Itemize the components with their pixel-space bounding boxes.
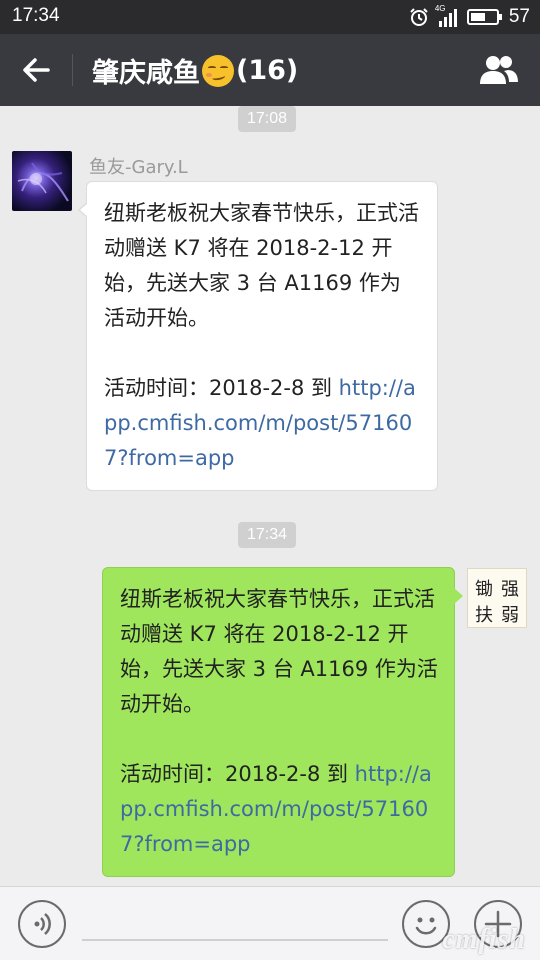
timestamp-chip: 17:08: [238, 106, 297, 132]
timestamp-chip: 17:34: [238, 522, 297, 548]
chat-header: 肇庆咸鱼 (16): [0, 34, 540, 106]
avatar-char: 弱: [501, 605, 519, 626]
message-bubble-received[interactable]: 纽斯老板祝大家春节快乐，正式活动赠送 K7 将在 2018-2-12 开始，先送…: [78, 181, 438, 491]
message-bubble-sent[interactable]: 纽斯老板祝大家春节快乐，正式活动赠送 K7 将在 2018-2-12 开始，先送…: [102, 567, 463, 877]
avatar-char: 扶: [475, 605, 493, 626]
avatar-char: 锄: [475, 579, 493, 600]
header-divider: [72, 54, 73, 86]
signal-icon: 4G: [435, 4, 457, 27]
chat-title: 肇庆咸鱼 (16): [92, 51, 298, 90]
battery-fill: [470, 13, 485, 21]
input-bar: cmfish: [0, 886, 540, 960]
status-bar: 17:34 4G 57: [0, 0, 540, 34]
status-icons: 4G 57: [409, 4, 530, 29]
sender-avatar[interactable]: [12, 151, 72, 211]
back-arrow-icon[interactable]: [18, 52, 54, 88]
watermark-logo: cmfish: [442, 924, 526, 955]
group-name: 肇庆咸鱼: [92, 58, 200, 89]
message-text: 纽斯老板祝大家春节快乐，正式活动赠送 K7 将在 2018-2-12 开始，先送…: [104, 201, 419, 400]
message-text: 纽斯老板祝大家春节快乐，正式活动赠送 K7 将在 2018-2-12 开始，先送…: [120, 587, 438, 786]
message-input[interactable]: [82, 939, 388, 941]
alarm-icon: [410, 8, 428, 26]
battery-percent: 57: [508, 6, 530, 27]
avatar-char: 强: [501, 579, 519, 600]
sender-name: 鱼友-Gary.L: [89, 157, 188, 178]
member-count: (16): [236, 55, 299, 86]
jellyfish-image: [17, 162, 69, 202]
battery-icon: [466, 9, 502, 25]
voice-icon[interactable]: [18, 900, 66, 948]
group-members-icon[interactable]: [478, 52, 520, 88]
smirk-emoji-icon: [202, 54, 234, 87]
network-type: 4G: [434, 4, 446, 13]
status-time: 17:34: [12, 5, 60, 26]
own-avatar[interactable]: 锄 强 扶 弱: [467, 568, 527, 628]
